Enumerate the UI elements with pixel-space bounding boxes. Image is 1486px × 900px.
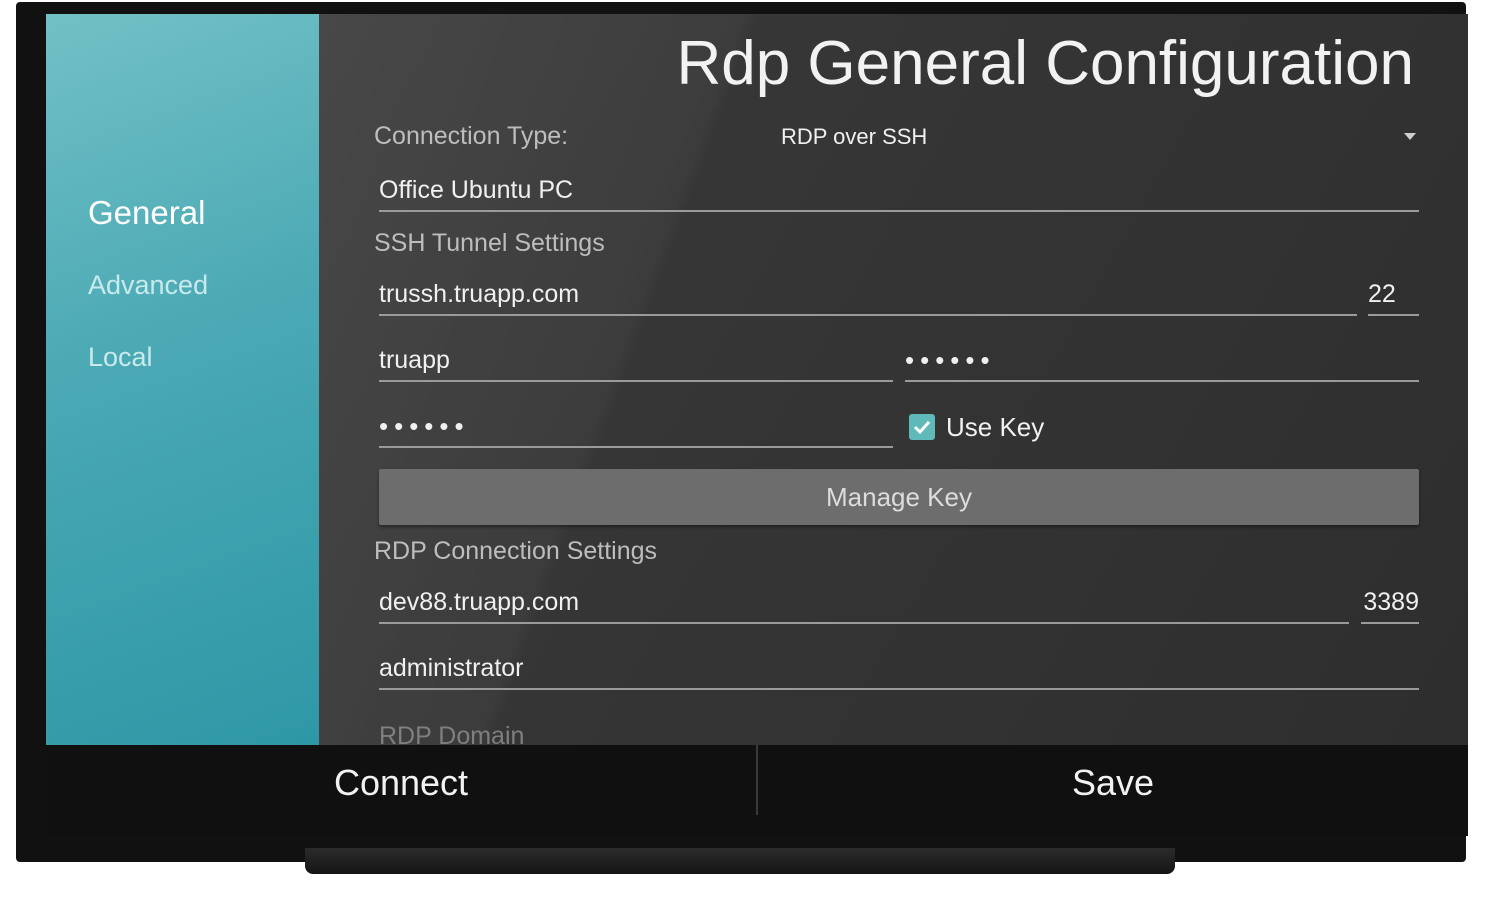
sidebar-item-advanced[interactable]: Advanced: [88, 270, 208, 301]
chevron-down-icon[interactable]: [1404, 133, 1416, 140]
ssh-password-field[interactable]: ••••••: [905, 340, 1419, 382]
save-button[interactable]: Save: [758, 745, 1468, 820]
app-screen: General Advanced Local Rdp General Confi…: [46, 14, 1468, 836]
rdp-domain-field[interactable]: RDP Domain: [379, 716, 1419, 745]
rdp-host-field[interactable]: dev88.truapp.com: [379, 582, 1349, 624]
sidebar: General Advanced Local: [46, 14, 319, 745]
ssh-host-field[interactable]: trussh.truapp.com: [379, 274, 1357, 316]
rdp-user-field[interactable]: administrator: [379, 648, 1419, 690]
ssh-passphrase-field[interactable]: ••••••: [379, 406, 893, 448]
connect-button[interactable]: Connect: [46, 745, 756, 820]
ssh-port-field[interactable]: 22: [1368, 274, 1419, 316]
rdp-section-label: RDP Connection Settings: [374, 537, 658, 565]
connection-type-label: Connection Type:: [374, 122, 569, 150]
connection-type-select[interactable]: RDP over SSH: [781, 124, 927, 150]
use-key-label[interactable]: Use Key: [946, 412, 1044, 443]
check-icon: [913, 420, 931, 435]
sidebar-item-local[interactable]: Local: [88, 342, 153, 373]
tv-stand: [305, 848, 1175, 874]
use-key-checkbox[interactable]: [909, 414, 935, 440]
config-panel: Rdp General Configuration Connection Typ…: [319, 14, 1468, 745]
ssh-user-field[interactable]: truapp: [379, 340, 893, 382]
rdp-port-field[interactable]: 3389: [1361, 582, 1419, 624]
sidebar-item-general[interactable]: General: [88, 194, 205, 232]
connection-name-field[interactable]: Office Ubuntu PC: [379, 170, 1419, 212]
ssh-section-label: SSH Tunnel Settings: [374, 229, 605, 257]
bottom-action-bar: Connect Save: [46, 745, 1468, 836]
manage-key-button[interactable]: Manage Key: [379, 469, 1419, 525]
tv-frame: General Advanced Local Rdp General Confi…: [16, 2, 1468, 862]
page-title: Rdp General Configuration: [676, 29, 1414, 98]
